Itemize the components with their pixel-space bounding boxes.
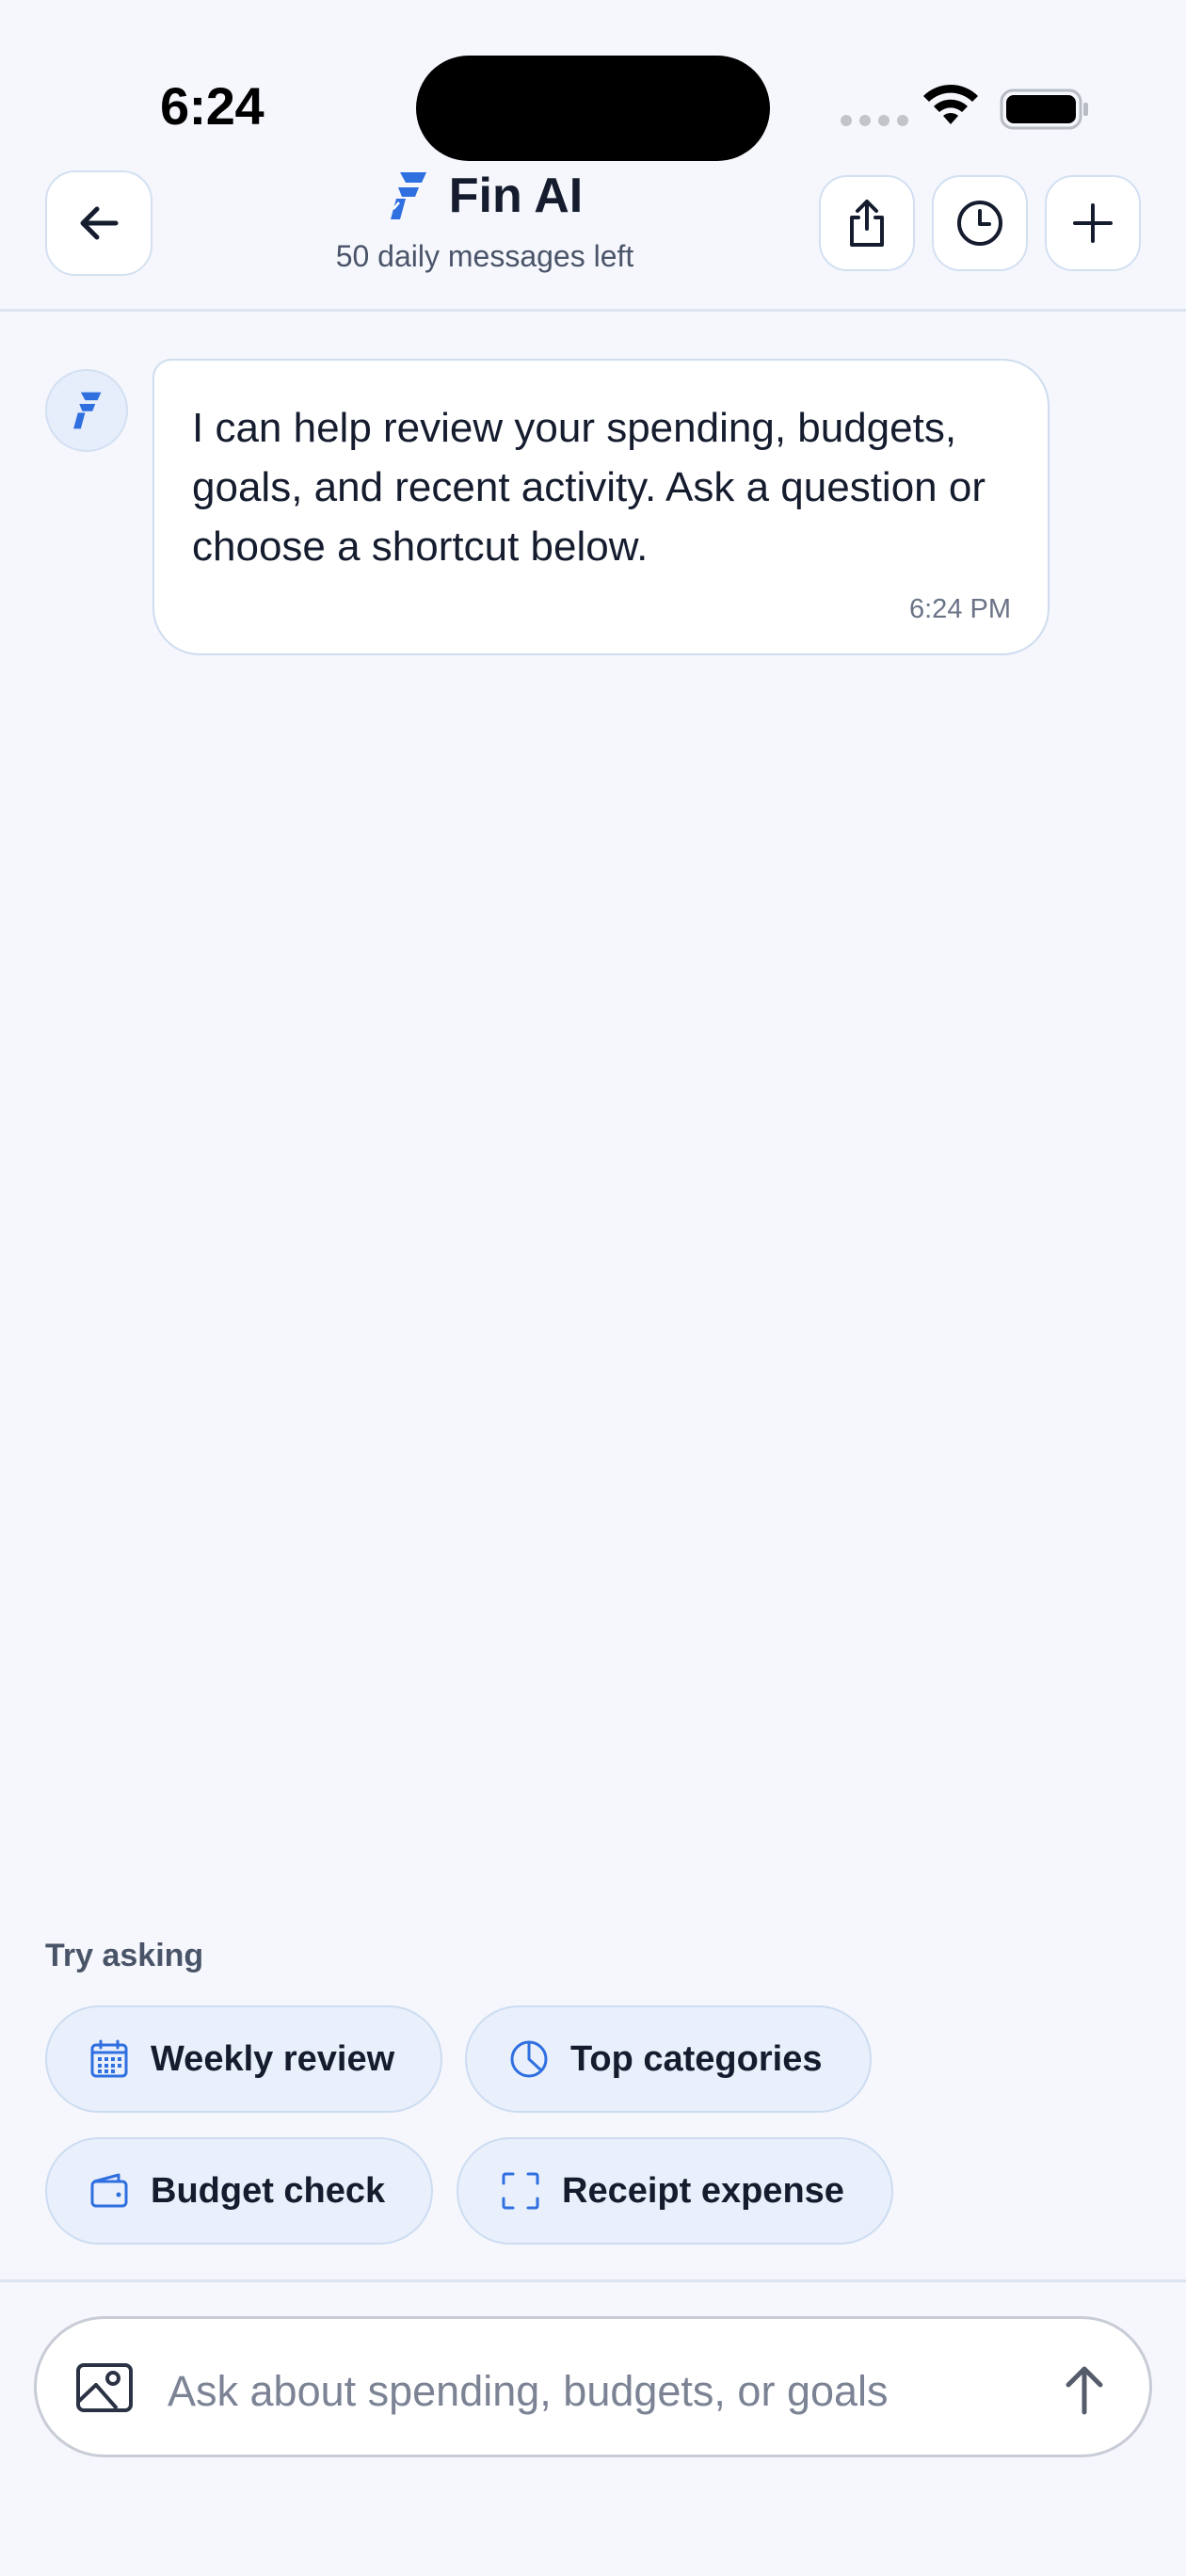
new-chat-button[interactable] <box>1045 175 1141 271</box>
clock-icon <box>957 201 1002 246</box>
battery-icon <box>1000 89 1088 130</box>
suggestion-chip-receipt-expense[interactable]: Receipt expense <box>457 2137 893 2245</box>
pie-chart-icon <box>510 2040 548 2078</box>
chip-label: Weekly review <box>151 2038 395 2079</box>
suggestion-chip-budget-check[interactable]: Budget check <box>45 2137 433 2245</box>
chip-label: Budget check <box>151 2170 386 2211</box>
assistant-message-text: I can help review your spending, budgets… <box>192 405 986 570</box>
wifi-icon <box>923 84 978 124</box>
arrow-up-icon <box>1066 2366 1103 2415</box>
page-title: Fin AI <box>448 169 584 223</box>
image-icon <box>76 2363 133 2412</box>
status-bar-time: 6:24 <box>160 76 264 136</box>
history-button[interactable] <box>932 175 1028 271</box>
dynamic-island <box>416 56 770 161</box>
send-button[interactable] <box>1050 2356 1118 2423</box>
message-input[interactable] <box>168 2354 996 2429</box>
composer-divider <box>0 2279 1186 2282</box>
fin-logo-icon <box>390 172 426 219</box>
assistant-avatar <box>45 369 128 452</box>
share-button[interactable] <box>819 175 915 271</box>
share-icon <box>850 200 884 247</box>
suggestion-chip-top-categories[interactable]: Top categories <box>465 2005 872 2113</box>
plus-icon <box>1073 203 1113 243</box>
header-divider <box>0 309 1186 312</box>
scan-icon <box>502 2172 539 2210</box>
cellular-signal-icon <box>841 115 908 126</box>
message-timestamp: 6:24 PM <box>909 594 1011 624</box>
suggestion-chip-weekly-review[interactable]: Weekly review <box>45 2005 442 2113</box>
attach-image-button[interactable] <box>72 2359 137 2416</box>
fin-logo-icon <box>73 392 102 429</box>
chip-label: Receipt expense <box>562 2170 844 2211</box>
chip-label: Top categories <box>570 2038 823 2079</box>
suggestions-label: Try asking <box>45 1938 204 1973</box>
wallet-icon <box>90 2173 128 2208</box>
calendar-icon <box>90 2039 128 2078</box>
